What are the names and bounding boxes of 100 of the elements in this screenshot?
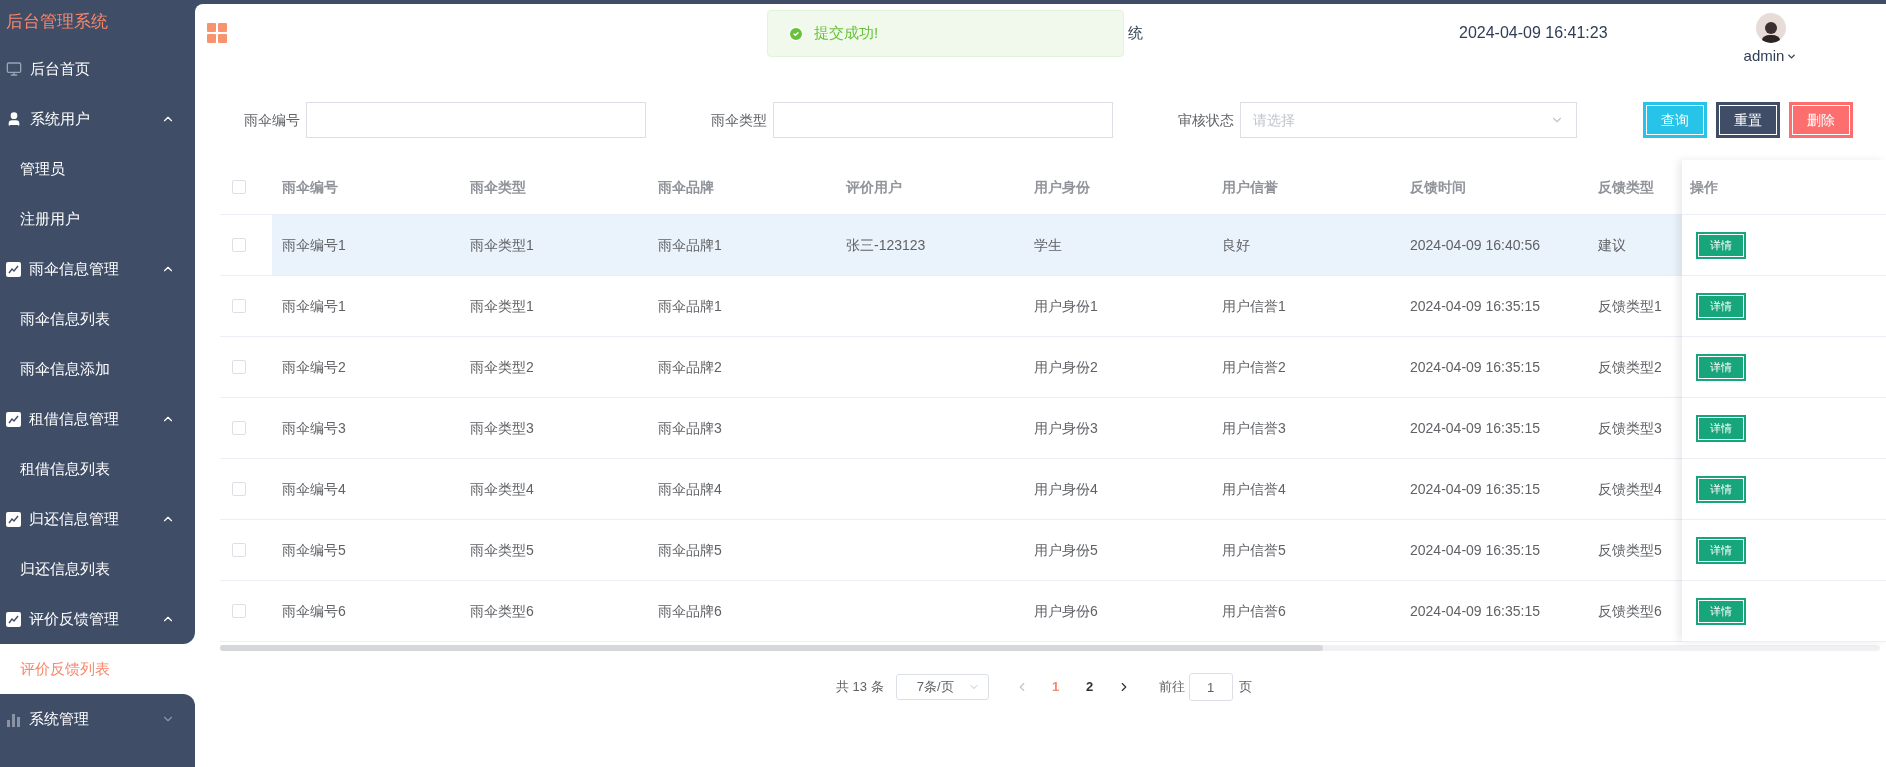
- table-cell-text: 用户身份3: [1034, 418, 1098, 438]
- table-cell-text: 雨伞品牌2: [658, 357, 722, 377]
- header-title: 统: [1128, 22, 1143, 43]
- table-cell-text: 雨伞类型6: [470, 601, 534, 621]
- table-cell-text: 2024-04-09 16:35:15: [1410, 540, 1540, 560]
- datetime: 2024-04-09 16:41:23: [1459, 23, 1608, 43]
- table-cell-text: 用户身份2: [1034, 357, 1098, 377]
- table-cell-text: 用户信誉3: [1222, 418, 1286, 438]
- table-cell-text: 反馈类型1: [1598, 296, 1662, 316]
- menu-label: 雨伞信息列表: [20, 308, 111, 329]
- menu-item[interactable]: 雨伞信息添加: [0, 344, 195, 394]
- column-header: 雨伞品牌: [658, 179, 714, 195]
- page-input[interactable]: 1: [1188, 673, 1233, 701]
- table-cell-text: 雨伞编号4: [282, 479, 346, 499]
- table-row[interactable]: 雨伞编号1 雨伞类型1 雨伞品牌1 张三-123123 学生 良好 2024-04-09 16:40:56 建议: [272, 215, 1682, 275]
- table-cell-text: 反馈类型4: [1598, 479, 1662, 499]
- menu-label: 系统用户: [30, 108, 91, 129]
- table-cell-text: 雨伞品牌6: [658, 601, 722, 621]
- app-title: 后台管理系统: [6, 11, 108, 34]
- table-cell-text: 2024-04-09 16:35:15: [1410, 418, 1540, 438]
- table-cell-text: 反馈类型6: [1598, 601, 1662, 621]
- table-cell-text: 用户信誉6: [1222, 601, 1286, 621]
- menu-label: 雨伞信息添加: [20, 358, 111, 379]
- action-button[interactable]: 重置: [1716, 102, 1780, 138]
- goto-label: 前往: [1158, 678, 1185, 697]
- table-cell-text: 反馈类型5: [1598, 540, 1662, 560]
- table-cell-text: 雨伞品牌3: [658, 418, 722, 438]
- menu-label: 租借信息管理: [29, 408, 120, 429]
- table-cell-text: 用户信誉2: [1222, 357, 1286, 377]
- table-cell-text: 反馈类型2: [1598, 357, 1662, 377]
- table-cell-text: 雨伞品牌4: [658, 479, 722, 499]
- menu-label: 注册用户: [20, 208, 81, 229]
- page-suffix: 页: [1238, 678, 1252, 697]
- table-cell-text: 雨伞品牌5: [658, 540, 722, 560]
- table-cell-text: 雨伞编号3: [282, 418, 346, 438]
- page-number[interactable]: 2: [1076, 674, 1103, 700]
- page-size-select[interactable]: 7条/页: [895, 674, 989, 700]
- table-cell-text: 用户身份1: [1034, 296, 1098, 316]
- table-cell-text: 用户信誉4: [1222, 479, 1286, 499]
- table-cell-text: 雨伞编号5: [282, 540, 346, 560]
- menu-item[interactable]: 管理员: [0, 144, 195, 194]
- table-cell-text: 2024-04-09 16:35:15: [1410, 296, 1540, 316]
- menu-group[interactable]: 评价反馈管理: [0, 594, 195, 644]
- menu-label: 评价反馈列表: [20, 658, 111, 679]
- menu-group[interactable]: 租借信息管理: [0, 394, 195, 444]
- table-cell-text: 雨伞类型2: [470, 357, 534, 377]
- column-header: 评价用户: [846, 179, 902, 195]
- table-cell-text: 雨伞类型5: [470, 540, 534, 560]
- column-header: 反馈时间: [1410, 179, 1466, 195]
- table-cell-text: 用户信誉5: [1222, 540, 1286, 560]
- menu-group[interactable]: 系统管理: [0, 694, 195, 744]
- table-cell-text: 2024-04-09 16:40:56: [1410, 235, 1540, 255]
- user-menu[interactable]: admin: [1743, 44, 1798, 68]
- column-header: 反馈类型: [1598, 179, 1654, 195]
- menu-label: 归还信息列表: [20, 558, 111, 579]
- table-cell-text: 雨伞编号1: [282, 296, 346, 316]
- table-cell-text: 2024-04-09 16:35:15: [1410, 479, 1540, 499]
- menu-label: 后台首页: [30, 58, 91, 79]
- table-cell-text: 雨伞编号6: [282, 601, 346, 621]
- table-cell-text: 用户身份4: [1034, 479, 1098, 499]
- table-cell-text: 用户身份5: [1034, 540, 1098, 560]
- total-count: 共 13 条: [836, 678, 884, 697]
- menu-label: 系统管理: [29, 708, 90, 729]
- menu-label: 租借信息列表: [20, 458, 111, 479]
- menu-item[interactable]: 后台首页: [0, 44, 195, 94]
- table-cell-text: 建议: [1598, 235, 1626, 255]
- filter-label: 审核状态: [1178, 110, 1235, 130]
- table-cell-text: 雨伞类型4: [470, 479, 534, 499]
- filter-label: 雨伞编号: [244, 110, 301, 130]
- filter-label: 雨伞类型: [711, 110, 768, 130]
- menu-item[interactable]: 归还信息列表: [0, 544, 195, 594]
- table-cell-text: 用户身份6: [1034, 601, 1098, 621]
- menu-group[interactable]: 归还信息管理: [0, 494, 195, 544]
- table-cell-text: 雨伞编号1: [282, 235, 346, 255]
- table-cell-text: 张三-123123: [846, 235, 926, 255]
- table-cell-text: 雨伞品牌1: [658, 296, 722, 316]
- menu-item[interactable]: 雨伞信息列表: [0, 294, 195, 344]
- column-header: 雨伞类型: [470, 179, 526, 195]
- table-cell-text: 学生: [1034, 235, 1062, 255]
- menu-label: 管理员: [20, 158, 66, 179]
- column-header: 操作: [1690, 177, 1718, 197]
- table-cell-text: 雨伞编号2: [282, 357, 346, 377]
- menu-label: 评价反馈管理: [29, 608, 120, 629]
- menu-label: 雨伞信息管理: [29, 258, 120, 279]
- table-cell-text: 雨伞类型1: [470, 296, 534, 316]
- menu-label: 归还信息管理: [29, 508, 120, 529]
- table-cell-text: 2024-04-09 16:35:15: [1410, 601, 1540, 621]
- table-cell-text: 2024-04-09 16:35:15: [1410, 357, 1540, 377]
- column-header: 用户信誉: [1222, 179, 1278, 195]
- menu-group[interactable]: 雨伞信息管理: [0, 244, 195, 294]
- column-header: 雨伞编号: [282, 179, 338, 195]
- column-header: 用户身份: [1034, 179, 1090, 195]
- table-cell-text: 良好: [1222, 235, 1250, 255]
- toast-message: 提交成功!: [814, 23, 879, 44]
- table-cell-text: 雨伞类型1: [470, 235, 534, 255]
- menu-item[interactable]: 租借信息列表: [0, 444, 195, 494]
- menu-group[interactable]: 系统用户: [0, 94, 195, 144]
- table-cell-text: 雨伞类型3: [470, 418, 534, 438]
- menu-item[interactable]: 注册用户: [0, 194, 195, 244]
- table-cell-text: 雨伞品牌1: [658, 235, 722, 255]
